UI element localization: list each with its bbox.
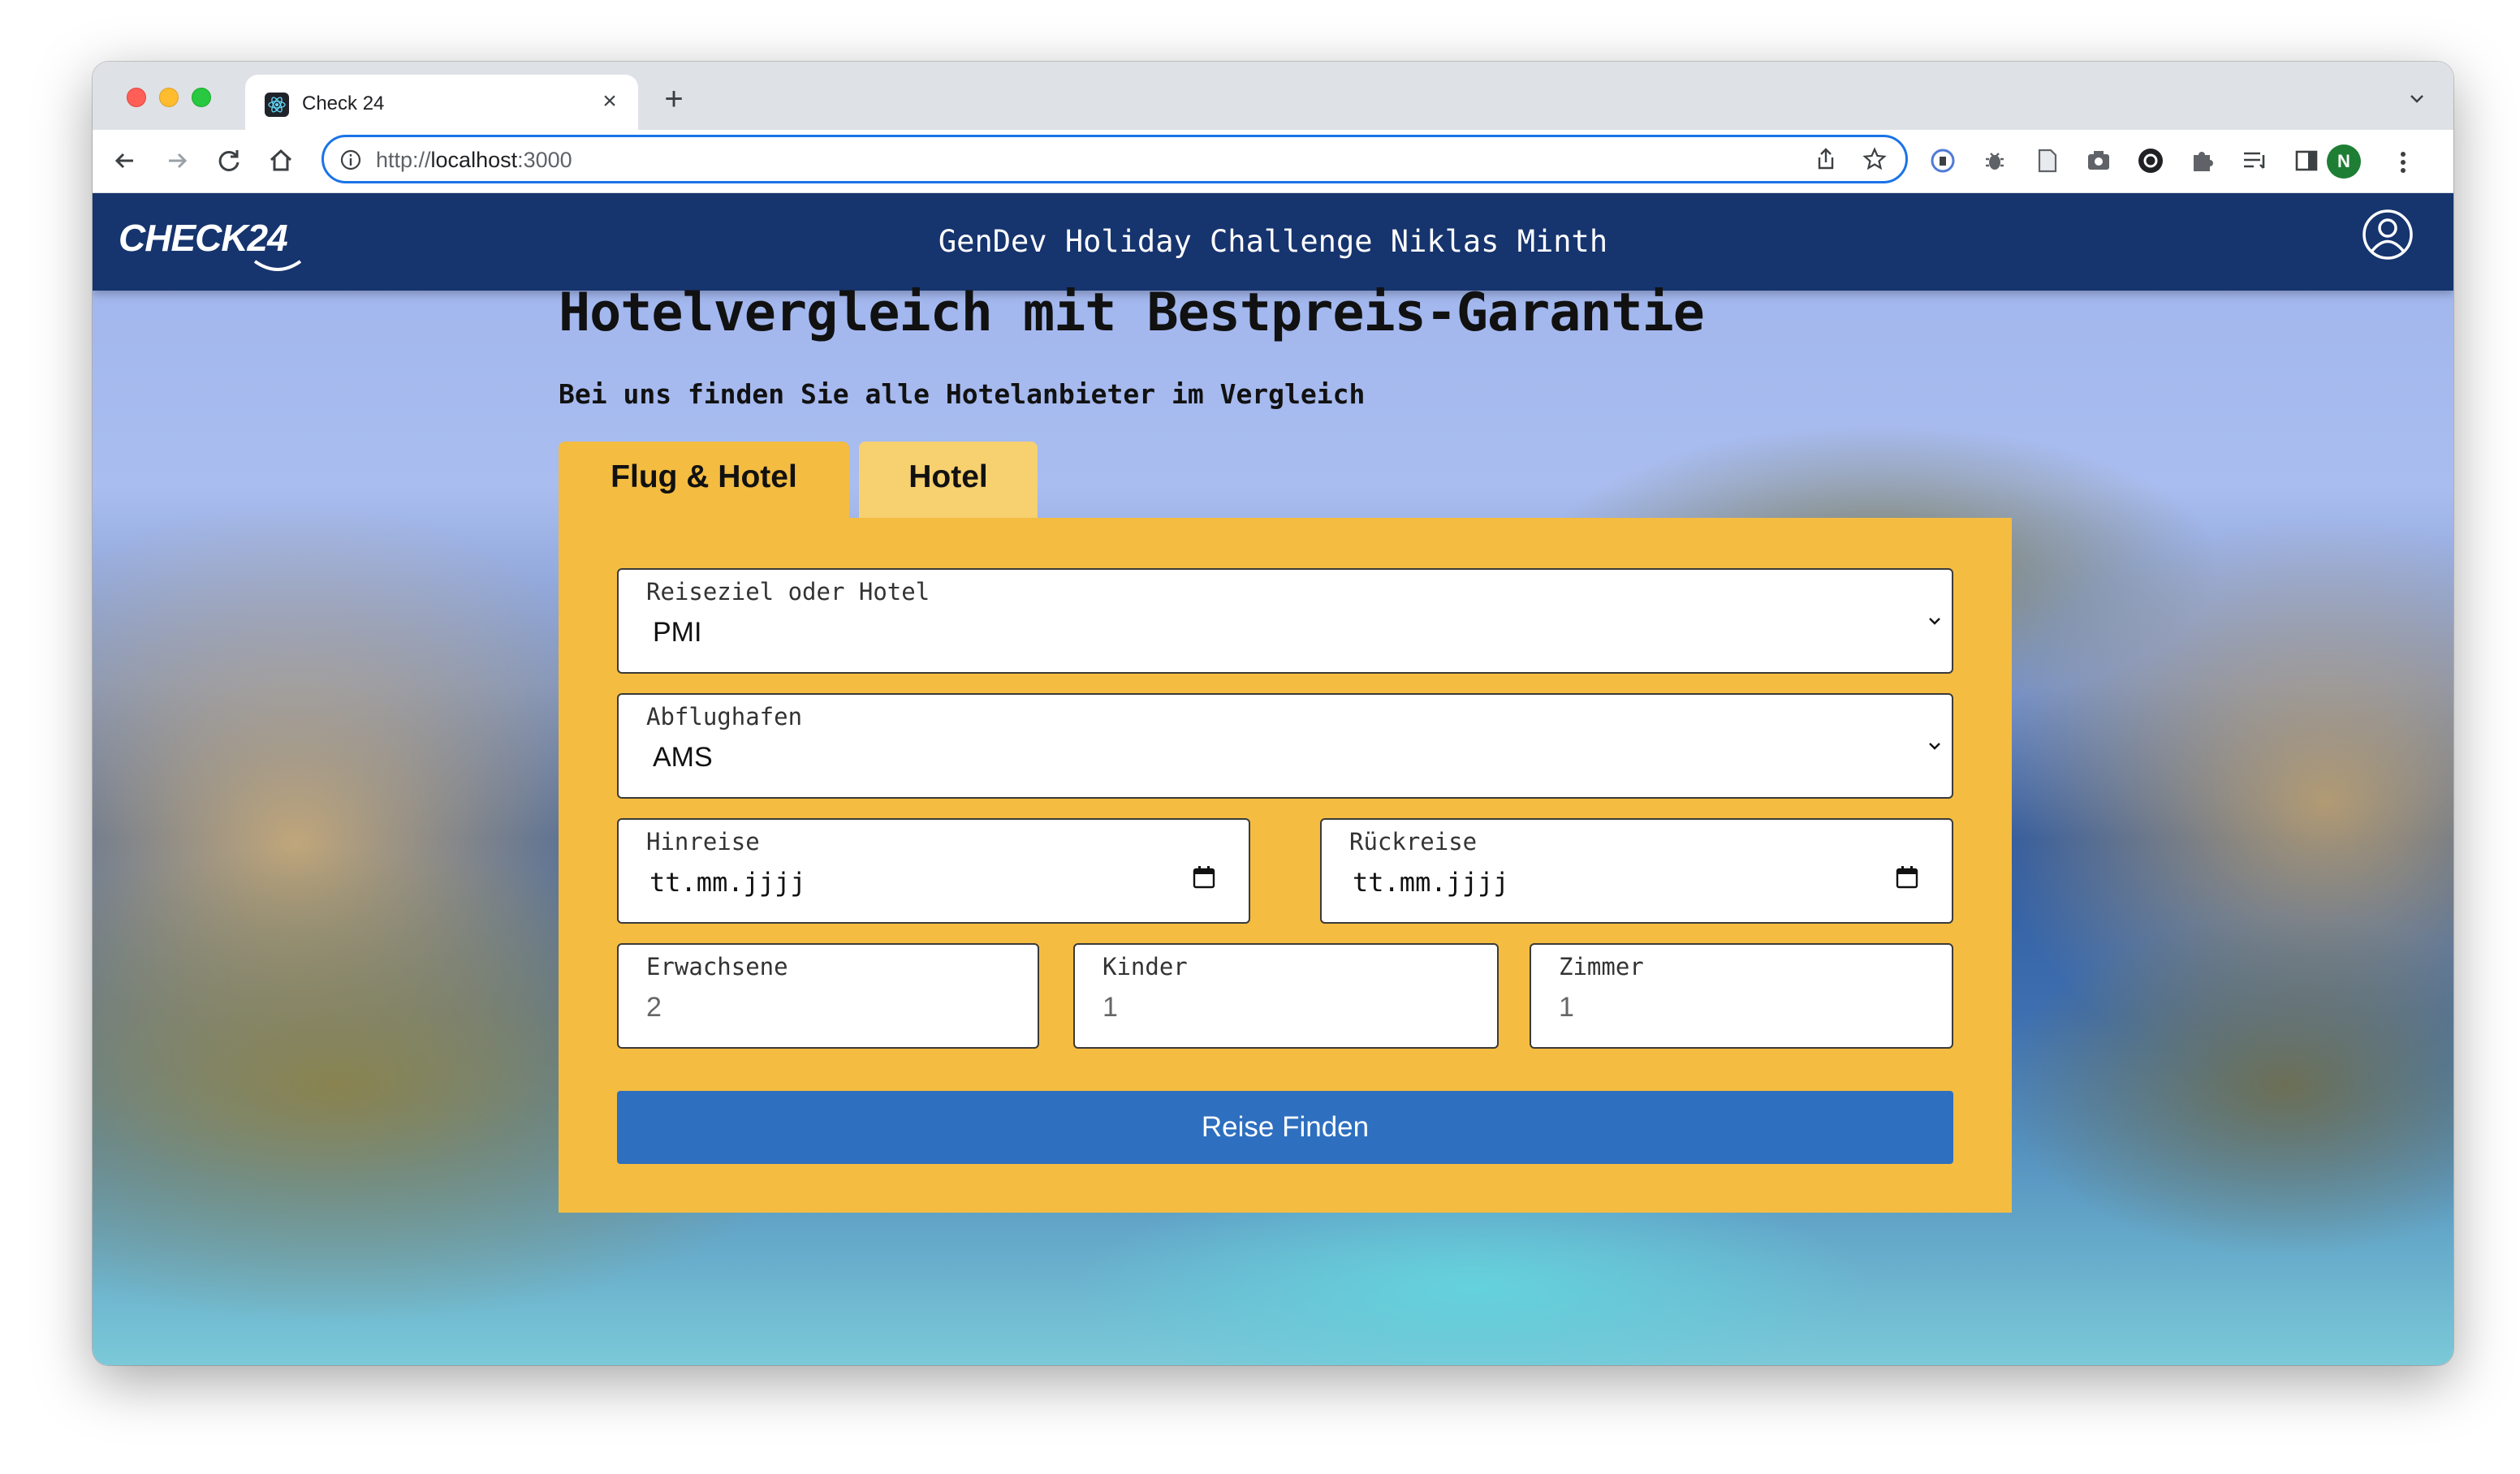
departure-airport-select[interactable]: Abflughafen AMS bbox=[617, 693, 1953, 799]
return-date-field[interactable]: Rückreise tt.mm.jjjj bbox=[1320, 818, 1953, 924]
home-icon[interactable] bbox=[265, 144, 297, 177]
address-bar[interactable]: http://localhost:3000 bbox=[321, 135, 1908, 183]
web-page: CHECK24 GenDev Holiday Challenge Niklas … bbox=[93, 193, 2453, 1365]
tab-strip: Check 24 × + bbox=[93, 62, 2453, 130]
tab-hotel[interactable]: Hotel bbox=[859, 442, 1038, 518]
bookmark-star-icon[interactable] bbox=[1862, 146, 1888, 172]
share-icon[interactable] bbox=[1813, 146, 1839, 172]
rooms-value: 1 bbox=[1559, 992, 1574, 1023]
return-placeholder: tt.mm.jjjj bbox=[1353, 867, 1509, 898]
forward-arrow-icon[interactable] bbox=[161, 144, 193, 177]
search-form: Reiseziel oder Hotel PMI Abflughafen AMS… bbox=[559, 518, 2012, 1213]
destination-value: PMI bbox=[653, 617, 702, 648]
site-header: CHECK24 GenDev Holiday Challenge Niklas … bbox=[93, 193, 2453, 291]
header-title: GenDev Holiday Challenge Niklas Minth bbox=[938, 224, 1608, 259]
browser-menu-icon[interactable] bbox=[2393, 146, 2413, 179]
url-host: localhost bbox=[430, 148, 518, 172]
profile-avatar[interactable]: N bbox=[2327, 144, 2361, 179]
children-value: 1 bbox=[1102, 992, 1118, 1023]
outbound-date-field[interactable]: Hinreise tt.mm.jjjj bbox=[617, 818, 1250, 924]
chevron-down-icon bbox=[1929, 618, 1940, 625]
react-favicon-icon bbox=[265, 93, 289, 117]
reload-icon[interactable] bbox=[213, 144, 245, 177]
bug-extension-icon[interactable] bbox=[1979, 145, 2010, 176]
logo-smile-icon bbox=[253, 260, 302, 271]
camera-extension-icon[interactable] bbox=[2083, 145, 2114, 176]
url-scheme: http:// bbox=[376, 148, 431, 172]
tab-flug-hotel[interactable]: Flug & Hotel bbox=[559, 442, 849, 523]
find-trip-button[interactable]: Reise Finden bbox=[617, 1091, 1953, 1164]
outbound-placeholder: tt.mm.jjjj bbox=[649, 867, 806, 898]
url-port: :3000 bbox=[517, 148, 572, 172]
destination-label: Reiseziel oder Hotel bbox=[646, 578, 930, 606]
side-panel-icon[interactable] bbox=[2291, 145, 2322, 176]
rooms-input[interactable]: Zimmer 1 bbox=[1530, 943, 1953, 1049]
page-subline: Bei uns finden Sie alle Hotelanbieter im… bbox=[559, 378, 1366, 410]
page-headline: Hotelvergleich mit Bestpreis-Garantie bbox=[559, 282, 1705, 343]
destination-select[interactable]: Reiseziel oder Hotel PMI bbox=[617, 568, 1953, 674]
close-window-button[interactable] bbox=[127, 88, 146, 107]
tab-title: Check 24 bbox=[302, 93, 385, 114]
airport-label: Abflughafen bbox=[646, 703, 803, 731]
airport-value: AMS bbox=[653, 742, 713, 773]
user-account-icon[interactable] bbox=[2361, 208, 2414, 261]
tab-search-chevron-icon[interactable] bbox=[2405, 86, 2429, 110]
url-text[interactable]: http://localhost:3000 bbox=[376, 148, 572, 173]
rooms-label: Zimmer bbox=[1559, 953, 1644, 981]
calendar-icon[interactable] bbox=[1192, 865, 1216, 890]
document-extension-icon[interactable] bbox=[2031, 145, 2062, 176]
return-label: Rückreise bbox=[1349, 828, 1478, 856]
new-tab-button[interactable]: + bbox=[656, 81, 692, 117]
maximize-window-button[interactable] bbox=[192, 88, 211, 107]
chevron-down-icon bbox=[1929, 743, 1940, 750]
puzzle-extensions-icon[interactable] bbox=[2187, 145, 2218, 176]
adults-value: 2 bbox=[646, 992, 662, 1023]
calendar-icon[interactable] bbox=[1895, 865, 1919, 890]
adults-label: Erwachsene bbox=[646, 953, 788, 981]
browser-toolbar: http://localhost:3000 N bbox=[93, 130, 2453, 193]
adults-input[interactable]: Erwachsene 2 bbox=[617, 943, 1039, 1049]
children-label: Kinder bbox=[1102, 953, 1188, 981]
password-extension-icon[interactable] bbox=[1927, 145, 1958, 176]
tab-close-icon[interactable]: × bbox=[596, 88, 624, 115]
reading-list-icon[interactable] bbox=[2239, 145, 2270, 176]
site-info-icon[interactable] bbox=[339, 148, 363, 172]
back-arrow-icon[interactable] bbox=[109, 144, 141, 177]
tab-hotel-label: Hotel bbox=[908, 459, 988, 494]
tab-flug-hotel-label: Flug & Hotel bbox=[611, 459, 797, 494]
outbound-label: Hinreise bbox=[646, 828, 760, 856]
children-input[interactable]: Kinder 1 bbox=[1073, 943, 1499, 1049]
minimize-window-button[interactable] bbox=[159, 88, 179, 107]
browser-tab-active[interactable]: Check 24 × bbox=[245, 75, 638, 130]
circle-extension-icon[interactable] bbox=[2135, 145, 2166, 176]
browser-window: Check 24 × + http://localhost:3000 N CHE… bbox=[93, 62, 2453, 1365]
